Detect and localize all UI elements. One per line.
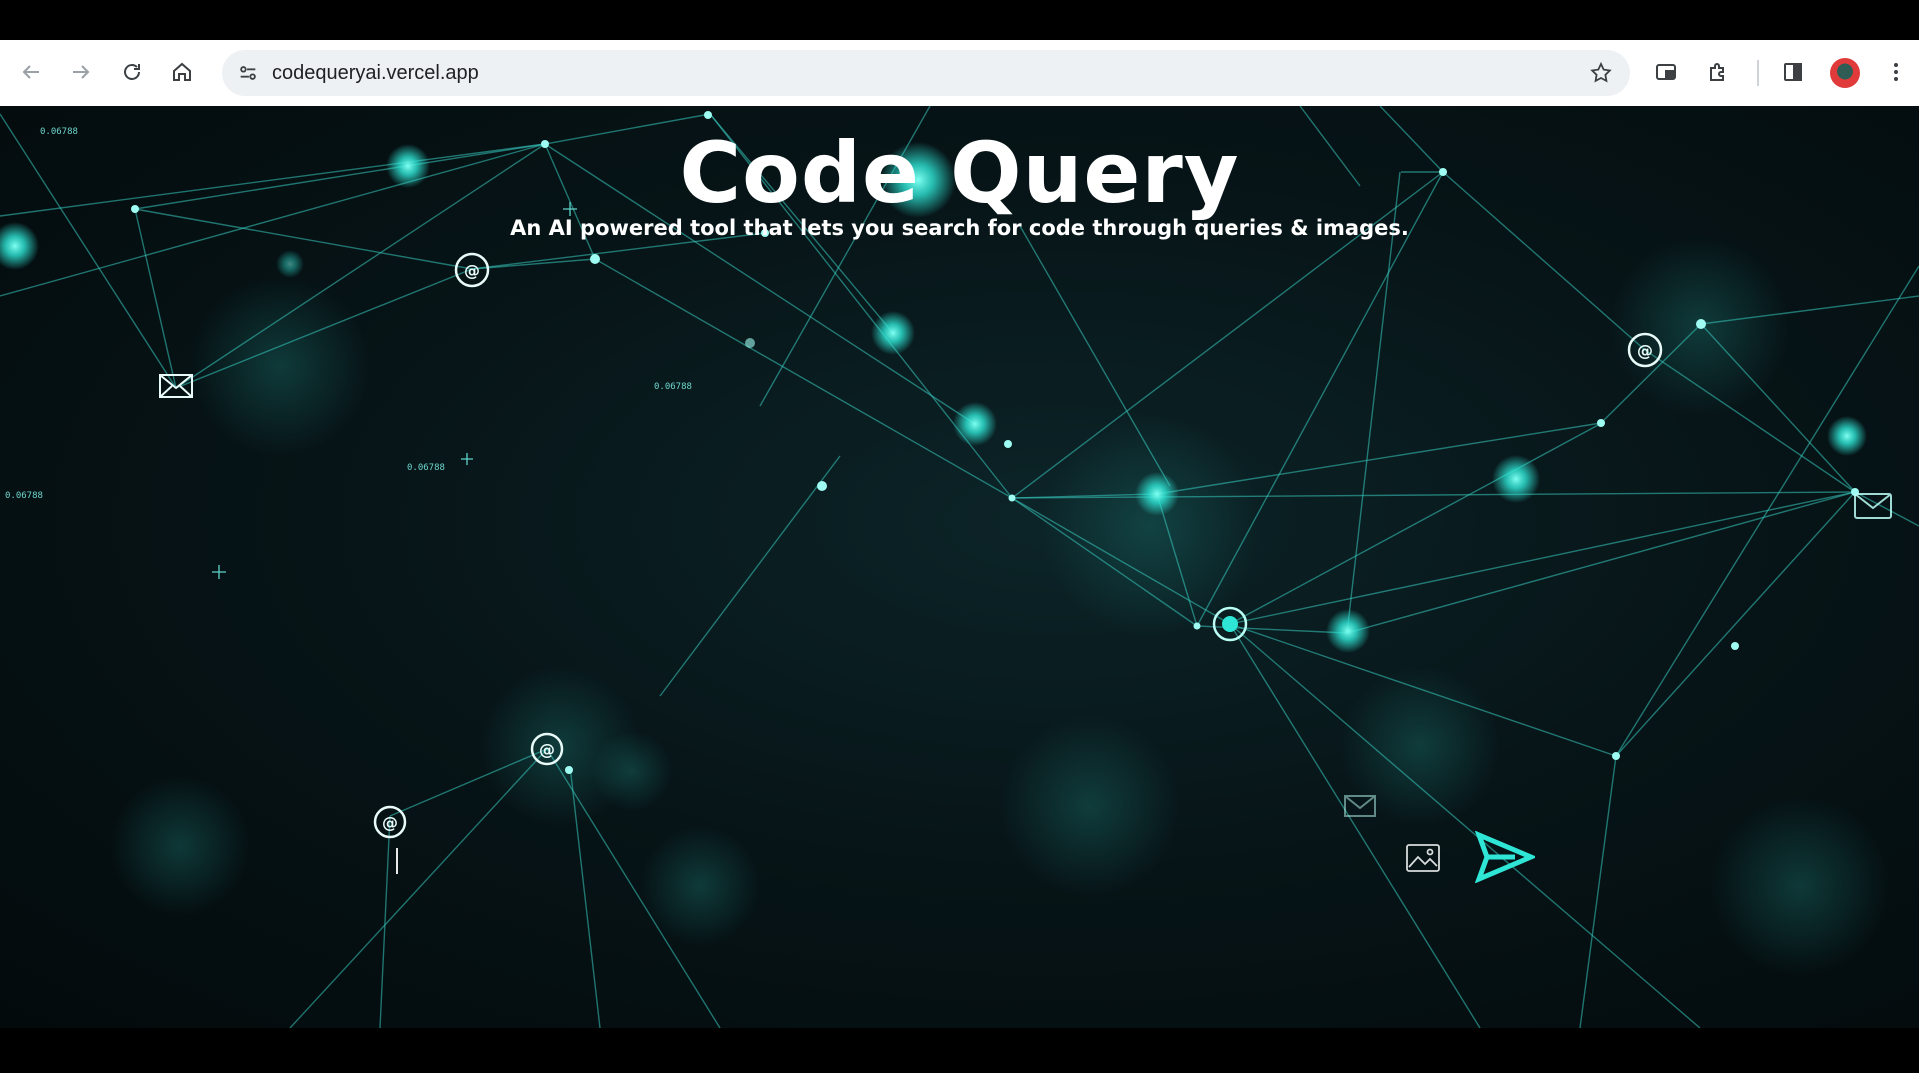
arrow-left-icon [22,65,39,79]
side-panel-icon [1784,63,1802,81]
bookmark-button[interactable] [1586,58,1616,88]
tune-icon [240,66,256,80]
side-panel-button[interactable] [1773,52,1813,92]
reload-icon [124,64,140,80]
reload-button[interactable] [112,52,152,92]
url-text[interactable]: codequeryai.vercel.app [272,62,479,85]
text-cursor [396,848,398,874]
toolbar-divider [1757,60,1759,86]
screen: codequeryai.vercel.app @ @ @ @ 0.06788 0… [0,0,1919,1073]
home-button[interactable] [162,52,202,92]
query-input[interactable] [380,840,1384,892]
address-bar[interactable]: codequeryai.vercel.app [222,50,1630,96]
kebab-menu-icon [1894,63,1898,81]
top-black-bar [0,0,1919,40]
star-icon [1590,61,1612,83]
page-title: Code Query [679,124,1240,222]
picture-in-picture-icon [1656,64,1676,80]
forward-button[interactable] [61,52,101,92]
send-icon [1475,831,1535,883]
svg-text:@: @ [464,261,480,280]
picture-in-picture-button[interactable] [1646,52,1686,92]
send-button[interactable] [1474,828,1536,886]
puzzle-icon [1710,63,1724,81]
bg-number-label: 0.06788 [5,491,43,501]
arrow-right-icon [73,65,90,79]
query-bar [370,830,1384,900]
browser-toolbar: codequeryai.vercel.app [0,40,1919,106]
browser-menu-button[interactable] [1876,52,1916,92]
bg-number-label: 0.06788 [407,463,445,473]
bottom-black-bar [0,1028,1919,1073]
image-icon [1406,844,1440,872]
site-info-button[interactable] [232,57,264,89]
extensions-button[interactable] [1698,52,1738,92]
home-icon [173,62,191,81]
image-upload-button[interactable] [1403,838,1443,878]
page-subtitle: An AI powered tool that lets you search … [510,216,1409,240]
bg-number-label: 0.06788 [654,382,692,392]
svg-text:@: @ [1637,341,1653,360]
back-button[interactable] [11,52,51,92]
profile-avatar[interactable] [1830,58,1860,88]
svg-text:@: @ [539,740,555,759]
